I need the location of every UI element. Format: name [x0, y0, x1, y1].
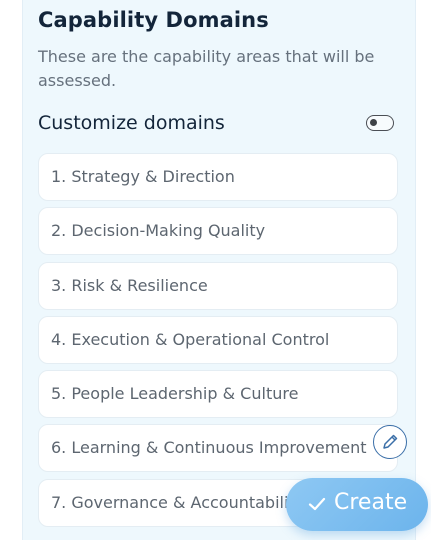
domain-item[interactable]: 3. Risk & Resilience — [38, 261, 398, 310]
section-title: Capability Domains — [38, 8, 269, 32]
edit-button[interactable] — [373, 425, 407, 459]
pencil-icon — [383, 434, 398, 449]
section-description: These are the capability areas that will… — [38, 47, 375, 90]
domain-item[interactable]: 4. Execution & Operational Control — [38, 315, 398, 364]
customize-domains-label: Customize domains — [38, 112, 225, 134]
domain-item[interactable]: 2. Decision-Making Quality — [38, 207, 398, 256]
check-icon — [308, 497, 326, 511]
customize-domains-row: Customize domains — [38, 112, 398, 138]
domain-item[interactable]: 5. People Leadership & Culture — [38, 370, 398, 419]
domain-label: 1. Strategy & Direction — [51, 167, 235, 186]
create-button[interactable]: Create — [286, 478, 428, 531]
domain-item[interactable]: 6. Learning & Continuous Improvement — [38, 424, 398, 473]
customize-domains-toggle[interactable] — [366, 115, 394, 131]
domain-label: 4. Execution & Operational Control — [51, 329, 330, 349]
domain-label: 5. People Leadership & Culture — [51, 384, 299, 404]
domain-item[interactable]: 1. Strategy & Direction — [38, 153, 398, 201]
domain-list: 1. Strategy & Direction 2. Decision-Maki… — [38, 153, 398, 533]
toggle-knob — [370, 119, 377, 126]
create-button-label: Create — [334, 490, 408, 515]
domain-label: 2. Decision-Making Quality — [51, 221, 266, 241]
domain-label: 6. Learning & Continuous Improvement — [51, 438, 367, 458]
domain-label: 3. Risk & Resilience — [51, 275, 208, 295]
